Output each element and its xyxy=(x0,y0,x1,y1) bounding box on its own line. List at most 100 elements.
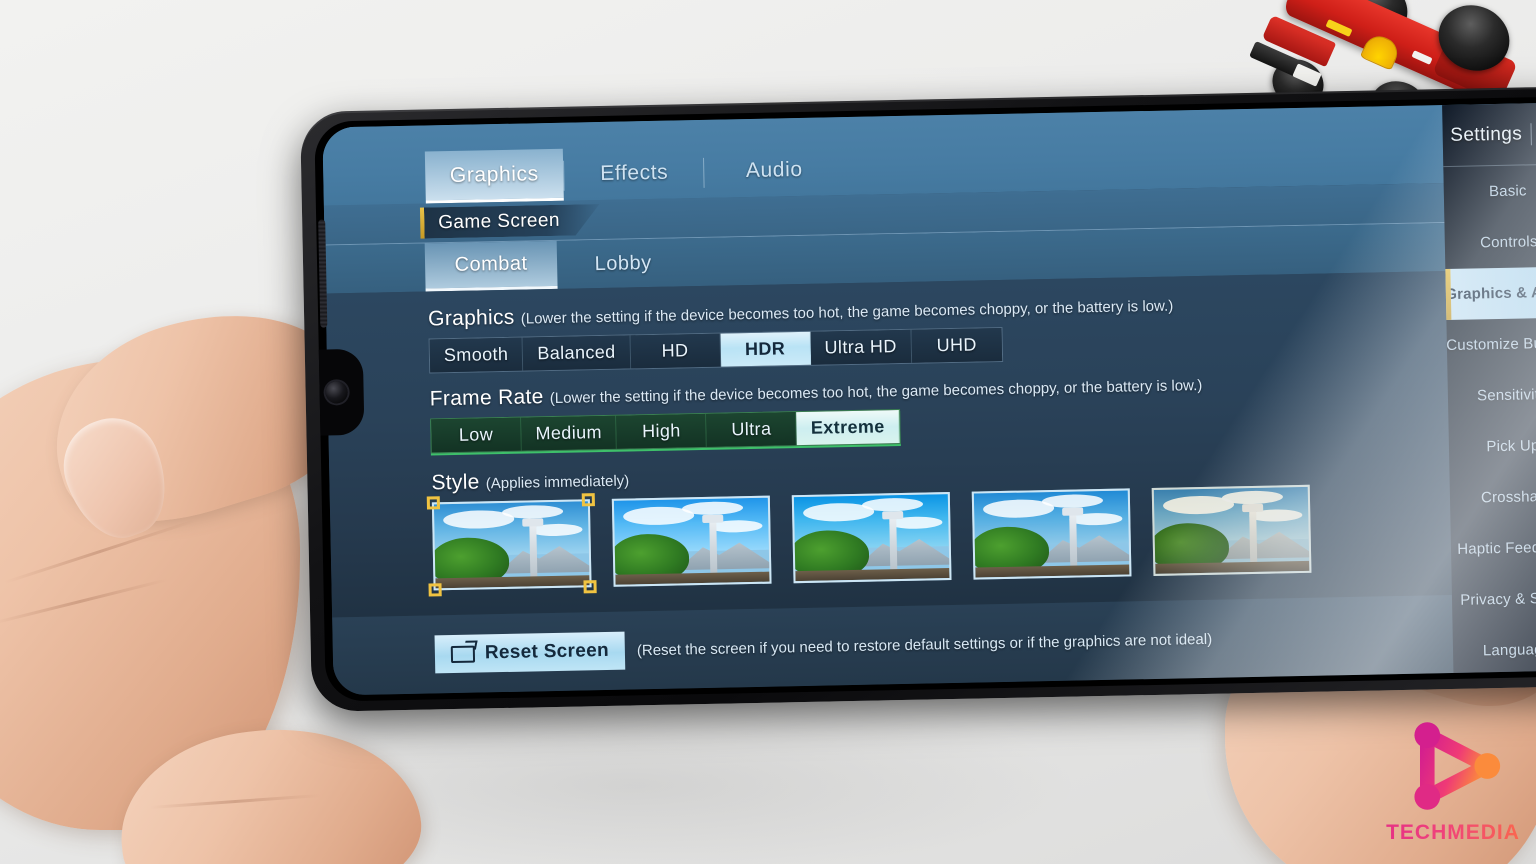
sidebar-item-graphics-audio[interactable]: Graphics & Audio xyxy=(1445,266,1536,321)
preview-tower xyxy=(1249,509,1257,562)
frame-rate-option-ultra[interactable]: Ultra xyxy=(706,412,798,447)
graphics-option-group: Smooth Balanced HD HDR Ultra HD UHD xyxy=(428,326,1004,374)
settings-sidebar: Settings Basic Controls Graphics & Audio… xyxy=(1442,102,1536,673)
settings-panel: Graphics (Lower the setting if the devic… xyxy=(325,271,1452,618)
preview-ground xyxy=(1155,560,1310,574)
sidebar-item-sensitivity[interactable]: Sensitivity xyxy=(1447,368,1536,422)
watermark: TECHMEDIA xyxy=(1378,718,1528,858)
skin-crease xyxy=(4,519,196,584)
skin-crease xyxy=(150,794,320,809)
graphics-hint: (Lower the setting if the device becomes… xyxy=(520,297,1174,328)
tab-lobby-label: Lobby xyxy=(594,251,652,275)
graphics-option-hdr[interactable]: HDR xyxy=(720,331,811,367)
option-label: HDR xyxy=(744,338,786,360)
sidebar-item-basic[interactable]: Basic xyxy=(1443,164,1536,218)
selection-corner-icon xyxy=(581,493,595,507)
sidebar-item-label: Graphics & Audio xyxy=(1445,283,1536,304)
option-label: Balanced xyxy=(537,341,616,364)
sidebar-item-label: Sensitivity xyxy=(1476,386,1536,405)
sidebar-item-label: Crosshair xyxy=(1480,488,1536,507)
thumb-nail xyxy=(50,405,182,551)
frame-rate-option-low[interactable]: Low xyxy=(431,417,522,453)
frame-rate-option-medium[interactable]: Medium xyxy=(521,415,618,451)
sidebar-item-crosshair[interactable]: Crosshair xyxy=(1449,470,1536,524)
sidebar-item-haptic-feedback[interactable]: Haptic Feedback xyxy=(1451,521,1536,575)
screen-reset-icon xyxy=(450,645,476,663)
tab-effects-label: Effects xyxy=(600,160,669,185)
preview-ground xyxy=(615,571,770,585)
style-preview-image xyxy=(791,492,952,584)
option-label: Ultra HD xyxy=(824,336,897,358)
sidebar-item-label: Basic xyxy=(1488,182,1527,201)
preview-tower xyxy=(1069,513,1077,566)
tab-graphics[interactable]: Graphics xyxy=(424,148,564,204)
left-finger xyxy=(111,714,429,864)
tab-lobby[interactable]: Lobby xyxy=(557,238,690,289)
style-thumb-movie[interactable] xyxy=(1151,484,1312,576)
graphics-label-row: Graphics (Lower the setting if the devic… xyxy=(428,287,1446,331)
sidebar-header: Settings xyxy=(1442,102,1536,168)
style-thumb-realistic[interactable] xyxy=(791,492,952,584)
graphics-option-hd[interactable]: HD xyxy=(630,333,721,369)
option-label: Extreme xyxy=(810,416,885,438)
sidebar-item-controls[interactable]: Controls xyxy=(1444,215,1536,269)
sidebar-item-privacy-social[interactable]: Privacy & Social xyxy=(1452,572,1536,626)
frame-rate-option-extreme[interactable]: Extreme xyxy=(796,410,901,446)
settings-title: Settings xyxy=(1450,122,1523,146)
style-preview-image xyxy=(611,495,772,587)
style-thumb-classic[interactable] xyxy=(426,493,597,597)
header-divider xyxy=(1530,122,1533,145)
option-label: Ultra xyxy=(731,418,772,440)
style-thumb-colorful[interactable] xyxy=(611,495,772,587)
sidebar-item-label: Pick Up xyxy=(1486,437,1536,456)
front-camera-icon xyxy=(325,381,348,404)
option-label: High xyxy=(641,420,681,442)
sidebar-item-pick-up[interactable]: Pick Up xyxy=(1448,419,1536,473)
backdrop-shadow xyxy=(180,690,1080,864)
preview-tower xyxy=(529,524,537,577)
style-hint: (Applies immediately) xyxy=(485,472,630,493)
style-preview-image xyxy=(971,488,1132,580)
screenshot-scene: Graphics Effects Audio Game Screen Comba… xyxy=(0,0,1536,864)
sidebar-item-label: Privacy & Social xyxy=(1460,589,1536,609)
frame-rate-label: Frame Rate xyxy=(429,385,544,411)
selection-corner-icon xyxy=(583,580,597,594)
style-preview-image xyxy=(1151,484,1312,576)
frame-rate-label-row: Frame Rate (Lower the setting if the dev… xyxy=(430,367,1448,411)
frame-rate-option-group: Low Medium High Ultra Extreme xyxy=(430,409,902,454)
sidebar-item-label: Haptic Feedback xyxy=(1457,538,1536,558)
section-game-screen[interactable]: Game Screen xyxy=(424,204,600,239)
graphics-label: Graphics xyxy=(427,305,515,331)
graphics-option-smooth[interactable]: Smooth xyxy=(429,337,524,373)
left-palm xyxy=(0,360,300,830)
tab-graphics-label: Graphics xyxy=(449,161,539,187)
reset-screen-label: Reset Screen xyxy=(484,639,610,664)
graphics-option-uhd[interactable]: UHD xyxy=(911,327,1003,363)
selection-corner-icon xyxy=(426,496,441,510)
sidebar-item-label: Language xyxy=(1482,640,1536,660)
phone-frame: Graphics Effects Audio Game Screen Comba… xyxy=(300,86,1536,712)
preview-ground xyxy=(795,567,950,582)
option-label: Smooth xyxy=(443,343,509,366)
selection-corner-icon xyxy=(428,583,442,597)
sidebar-item-language[interactable]: Language xyxy=(1453,623,1536,677)
game-settings-ui: Graphics Effects Audio Game Screen Comba… xyxy=(322,102,1536,696)
frame-rate-hint: (Lower the setting if the device becomes… xyxy=(549,376,1203,408)
sidebar-item-customize-buttons[interactable]: Customize Buttons xyxy=(1446,317,1536,371)
tab-effects[interactable]: Effects xyxy=(565,146,704,201)
preview-tower xyxy=(709,520,717,573)
graphics-option-balanced[interactable]: Balanced xyxy=(523,335,631,371)
frame-rate-option-high[interactable]: High xyxy=(616,413,708,449)
camera-notch xyxy=(316,348,365,436)
tab-combat[interactable]: Combat xyxy=(424,240,558,292)
graphics-option-ultra-hd[interactable]: Ultra HD xyxy=(810,329,913,365)
sidebar-item-label: Customize Buttons xyxy=(1446,334,1536,355)
preview-tower xyxy=(889,516,897,570)
style-label: Style xyxy=(431,470,480,495)
style-preview-image xyxy=(431,499,592,591)
reset-screen-button[interactable]: Reset Screen xyxy=(434,631,626,674)
phone-bezel: Graphics Effects Audio Game Screen Comba… xyxy=(314,96,1536,702)
tab-audio[interactable]: Audio xyxy=(705,143,844,198)
reset-screen-hint: (Reset the screen if you need to restore… xyxy=(636,630,1213,659)
style-thumb-soft[interactable] xyxy=(971,488,1132,580)
